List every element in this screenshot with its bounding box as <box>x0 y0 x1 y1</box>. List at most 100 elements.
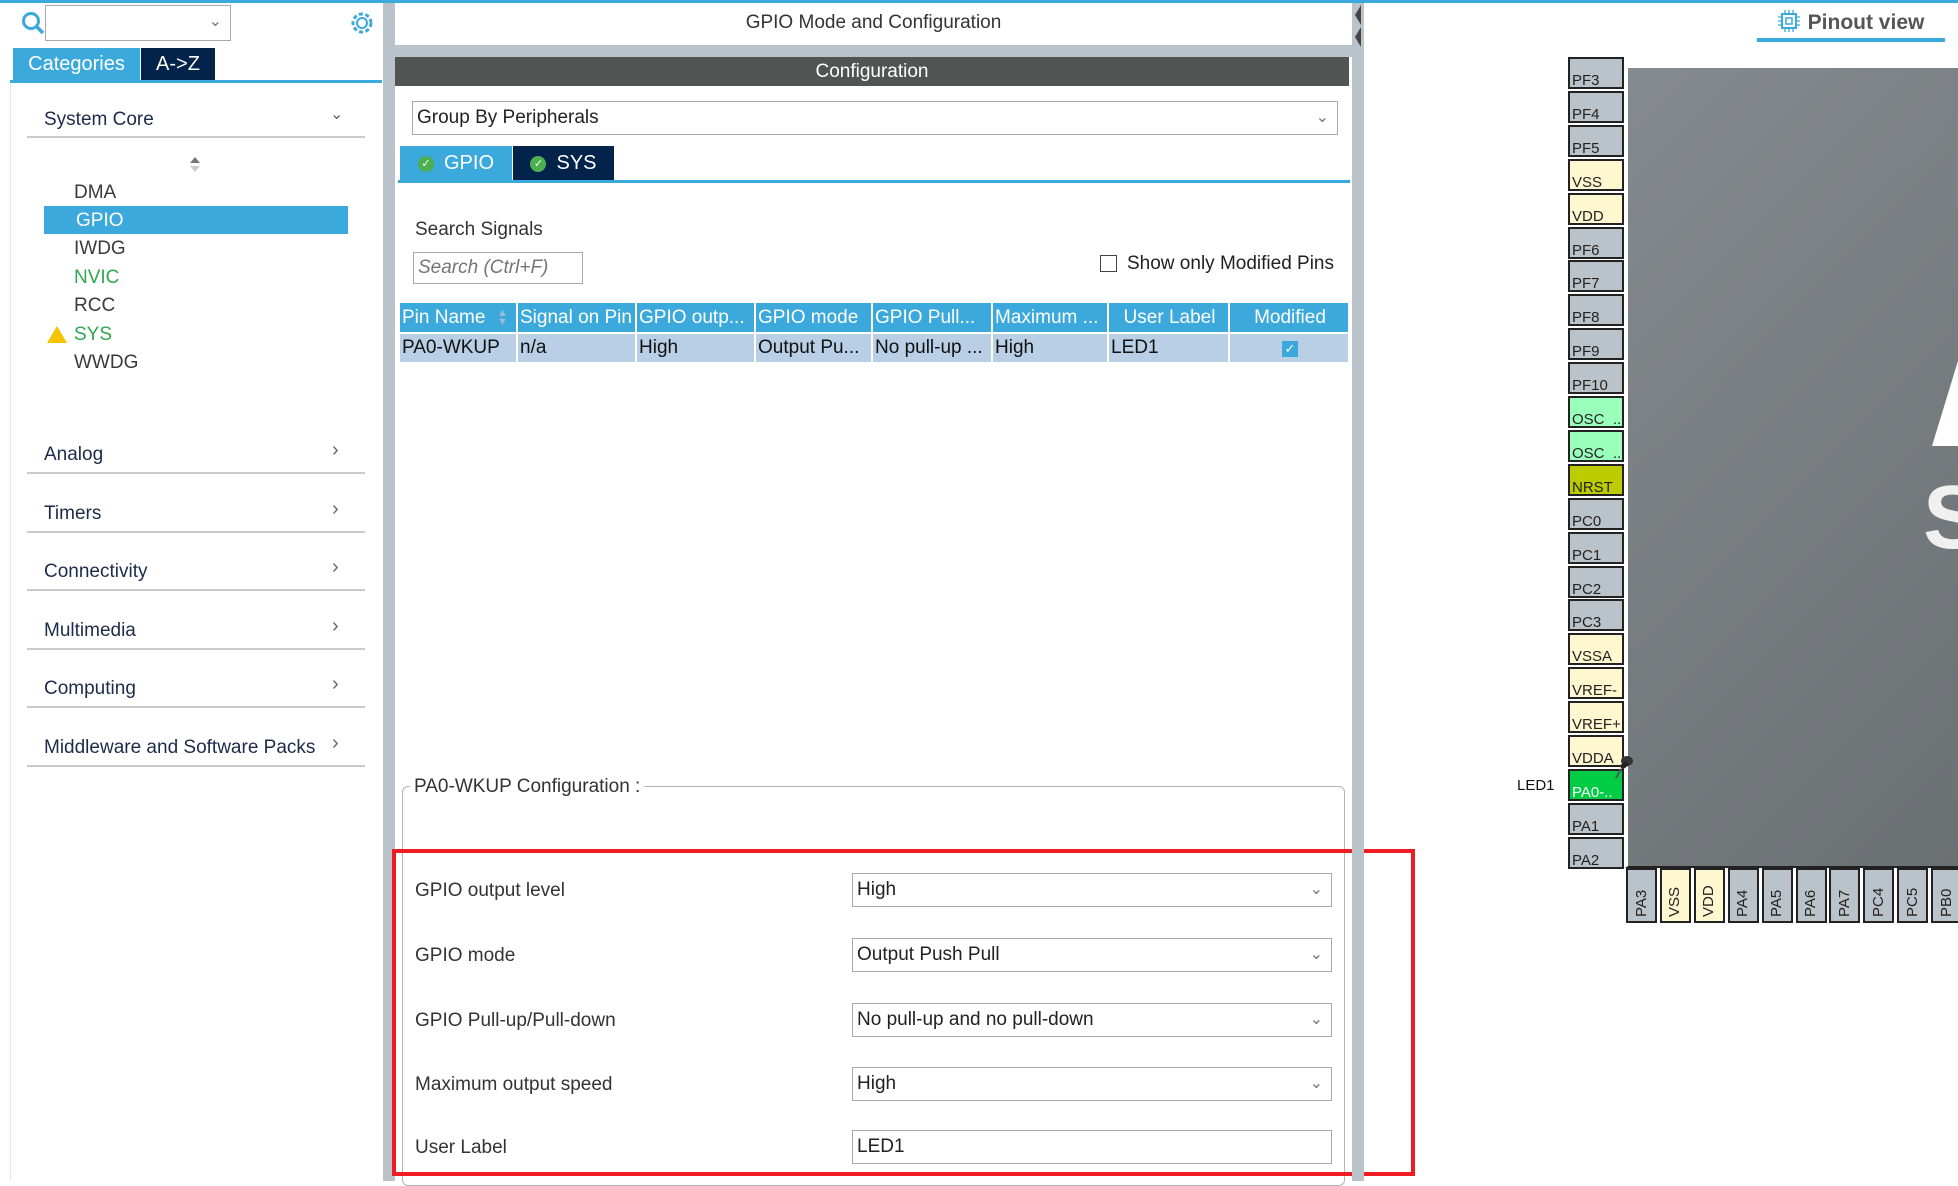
chevron-right-icon[interactable]: › <box>332 556 339 579</box>
chevron-right-icon[interactable]: › <box>332 439 339 462</box>
chevron-right-icon[interactable]: › <box>332 732 339 755</box>
search-icon[interactable] <box>20 10 46 36</box>
panel-splitter[interactable] <box>1352 3 1364 1181</box>
sidebar-item-sys[interactable]: SYS <box>74 324 112 346</box>
pin-vssa[interactable]: VSSA <box>1568 633 1624 666</box>
category-system-core[interactable]: System Core <box>44 109 154 131</box>
sidebar-item-nvic[interactable]: NVIC <box>74 267 119 289</box>
chevron-down-icon: ⌄ <box>1315 109 1329 126</box>
pin-pc4[interactable]: PC4 <box>1863 868 1895 923</box>
collapse-arrow-icon[interactable] <box>1353 3 1363 49</box>
pin-vss[interactable]: VSS <box>1659 868 1691 923</box>
pin-pc3[interactable]: PC3 <box>1568 599 1624 632</box>
pin-pa3[interactable]: PA3 <box>1626 868 1657 923</box>
pin-pf7[interactable]: PF7 <box>1568 260 1624 293</box>
tab-gpio[interactable]: ✓ GPIO <box>400 146 512 180</box>
column-header[interactable]: Modified <box>1230 303 1350 332</box>
pin-osc[interactable]: OSC_.. <box>1568 429 1624 462</box>
gear-icon[interactable] <box>348 9 376 37</box>
tab-categories[interactable]: Categories <box>13 48 140 80</box>
column-header[interactable]: Signal on Pin <box>518 303 637 332</box>
chevron-right-icon[interactable]: › <box>332 673 339 696</box>
column-header[interactable]: GPIO mode <box>756 303 873 332</box>
pin-pa2[interactable]: PA2 <box>1568 836 1624 869</box>
sort-icon[interactable] <box>188 155 202 173</box>
sort-icon[interactable]: ▲ ▼ <box>497 308 508 328</box>
sidebar-item-iwdg[interactable]: IWDG <box>74 238 126 260</box>
chevron-right-icon[interactable]: › <box>332 615 339 638</box>
pin-pb0[interactable]: PB0 <box>1931 868 1958 923</box>
pin-vref[interactable]: VREF- <box>1568 667 1624 700</box>
chip-icon <box>1777 10 1800 32</box>
st-logo <box>1932 360 1958 446</box>
group-by-dropdown[interactable]: Group By Peripherals ⌄ <box>412 101 1338 135</box>
pin-pf6[interactable]: PF6 <box>1568 226 1624 259</box>
table-cell[interactable]: No pull-up ... <box>873 334 993 362</box>
tab-pinout-view[interactable]: Pinout view <box>1757 8 1945 42</box>
search-signals-input[interactable] <box>413 252 583 284</box>
modified-checkbox[interactable]: ✓ <box>1282 341 1298 357</box>
mcu-chip-body: S <box>1625 68 1958 868</box>
divider <box>27 706 365 708</box>
category-computing[interactable]: Computing <box>44 678 136 700</box>
pushpin-icon <box>1615 756 1633 779</box>
pin-pf4[interactable]: PF4 <box>1568 90 1624 123</box>
pin-pf8[interactable]: PF8 <box>1568 294 1624 327</box>
sidebar-item-rcc[interactable]: RCC <box>74 295 115 317</box>
table-cell[interactable]: High <box>637 334 756 362</box>
pin-pf3[interactable]: PF3 <box>1568 57 1624 89</box>
category-connectivity[interactable]: Connectivity <box>44 561 148 583</box>
search-combobox[interactable]: ⌄ <box>45 5 231 41</box>
category-analog[interactable]: Analog <box>44 444 103 466</box>
show-modified-label: Show only Modified Pins <box>1127 253 1334 274</box>
sidebar-item-gpio[interactable]: GPIO <box>76 210 124 232</box>
category-middleware-and-software-packs[interactable]: Middleware and Software Packs <box>44 737 315 759</box>
sidebar-item-dma[interactable]: DMA <box>74 182 116 204</box>
pin-pa5[interactable]: PA5 <box>1761 868 1793 923</box>
tab-a-z[interactable]: A->Z <box>141 48 215 80</box>
pin-pc1[interactable]: PC1 <box>1568 531 1624 564</box>
table-cell[interactable]: PA0-WKUP <box>400 334 518 362</box>
column-header[interactable]: GPIO Pull... <box>873 303 993 332</box>
pin-pa4[interactable]: PA4 <box>1727 868 1759 923</box>
pin-pa1[interactable]: PA1 <box>1568 802 1624 835</box>
pin-pf5[interactable]: PF5 <box>1568 124 1624 157</box>
pin-pc2[interactable]: PC2 <box>1568 565 1624 598</box>
show-modified-checkbox[interactable] <box>1100 255 1117 272</box>
category-multimedia[interactable]: Multimedia <box>44 620 136 642</box>
category-timers[interactable]: Timers <box>44 503 101 525</box>
search-signals-label: Search Signals <box>415 219 543 240</box>
pin-pf9[interactable]: PF9 <box>1568 328 1624 361</box>
check-circle-icon: ✓ <box>530 156 547 172</box>
tab-sys[interactable]: ✓ SYS <box>513 146 614 180</box>
table-cell[interactable]: Output Pu... <box>756 334 873 362</box>
divider <box>27 136 365 138</box>
table-cell[interactable]: n/a <box>518 334 637 362</box>
table-cell[interactable]: High <box>993 334 1109 362</box>
pin-pf10[interactable]: PF10 <box>1568 362 1624 395</box>
column-header[interactable]: GPIO outp... <box>637 303 756 332</box>
column-header[interactable]: Maximum ... <box>993 303 1109 332</box>
check-circle-icon: ✓ <box>417 156 434 172</box>
sidebar-item-wwdg[interactable]: WWDG <box>74 352 138 374</box>
pin-osc[interactable]: OSC_.. <box>1568 396 1624 428</box>
pin-vdd[interactable]: VDD <box>1568 192 1624 225</box>
chevron-down-icon[interactable]: ⌄ <box>330 104 343 124</box>
table-cell[interactable]: LED1 <box>1109 334 1230 362</box>
pin-vdd[interactable]: VDD <box>1693 868 1725 923</box>
pin-nrst[interactable]: NRST <box>1568 463 1624 496</box>
divider <box>27 647 365 650</box>
pin-pc0[interactable]: PC0 <box>1568 497 1624 530</box>
chevron-down-icon: ⌄ <box>208 13 222 30</box>
divider <box>27 764 365 767</box>
pin-pa7[interactable]: PA7 <box>1829 868 1861 923</box>
configuration-header: Configuration <box>395 57 1349 86</box>
chevron-right-icon[interactable]: › <box>332 498 339 521</box>
column-header[interactable]: User Label <box>1109 303 1230 332</box>
pin-vref[interactable]: VREF+ <box>1568 701 1624 734</box>
st-logo: S <box>1923 473 1958 563</box>
pin-pc5[interactable]: PC5 <box>1897 868 1929 923</box>
pin-vss[interactable]: VSS <box>1568 158 1624 191</box>
pin-pa6[interactable]: PA6 <box>1795 868 1827 923</box>
table-cell[interactable]: ✓ <box>1230 334 1350 362</box>
